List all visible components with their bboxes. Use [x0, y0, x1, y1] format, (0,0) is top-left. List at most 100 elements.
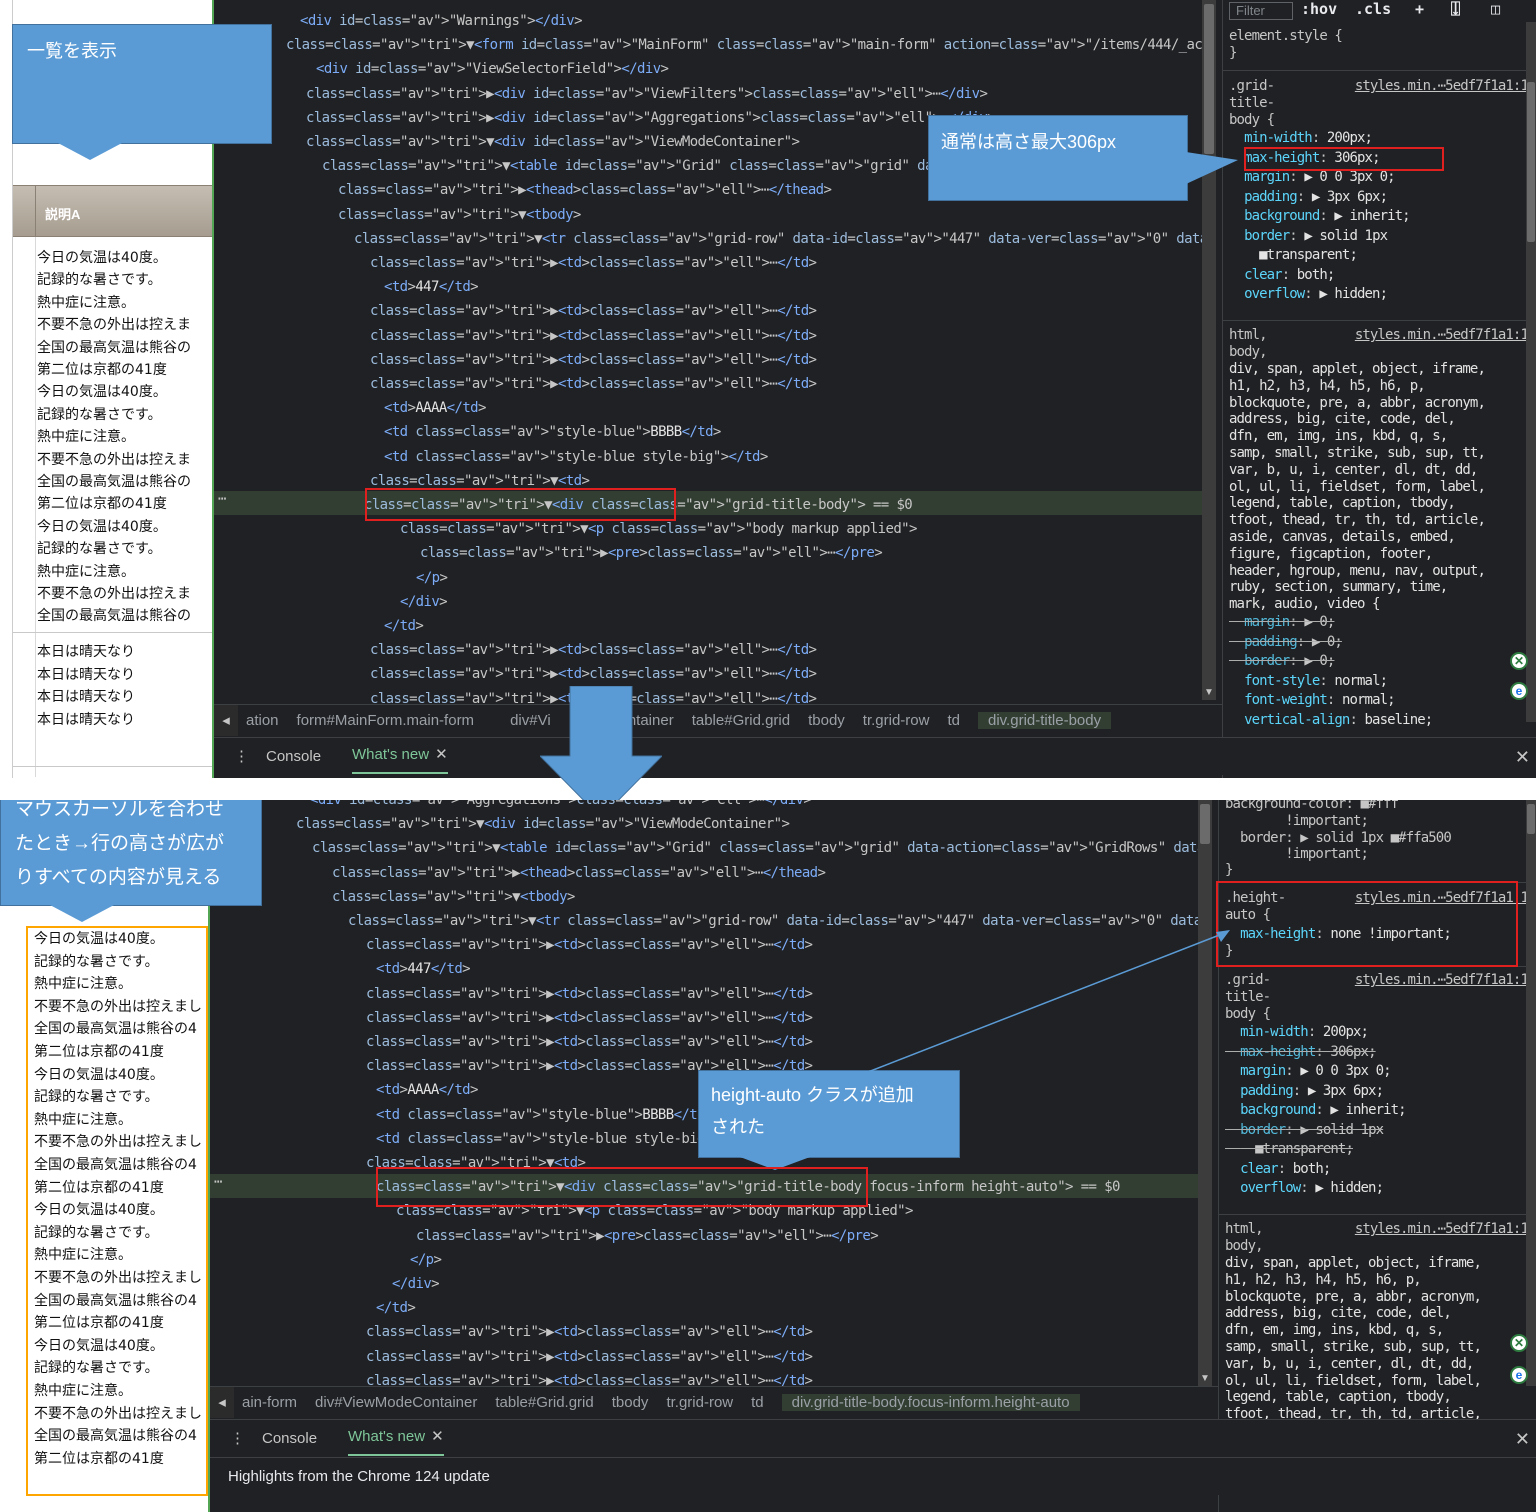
css-property[interactable]: vertical-align: baseline; — [1229, 712, 1433, 729]
hov-toggle[interactable]: :hov — [1301, 0, 1337, 18]
dom-node-line[interactable]: class=class="av">"tri">▶<div id=class="a… — [306, 106, 996, 130]
crumb[interactable]: tr.grid-row — [863, 712, 930, 729]
dom-node-line[interactable]: class=class="av">"tri">▶<td>class=class=… — [366, 982, 813, 1006]
dom-node-line[interactable]: class=class="av">"tri">▶<td>class=class=… — [366, 1006, 813, 1030]
stylesheet-link[interactable]: styles.min.⋯5edf7f1a1:1 — [1355, 78, 1529, 94]
dom-node-line[interactable]: class=class="av">"tri">▼<tr class=class=… — [354, 227, 1202, 251]
elements-scrollbar[interactable]: ▼ — [1202, 0, 1216, 700]
dom-node-line[interactable]: class=class="av">"tri">▶<td>class=class=… — [370, 299, 817, 323]
crumb[interactable]: tr.grid-row — [666, 1394, 733, 1411]
dom-node-line[interactable]: class=class="av">"tri">▼<tbody> — [338, 203, 581, 227]
close-drawer-icon[interactable]: ✕ — [1515, 738, 1530, 776]
crumb[interactable]: tbody — [808, 712, 845, 729]
dom-node-line[interactable]: <div id=class="av">"Warnings"></div> — [300, 9, 583, 33]
crumb[interactable]: ation — [246, 712, 279, 729]
close-tab-icon[interactable]: ✕ — [435, 746, 448, 763]
css-property[interactable]: overflow: ▶ hidden; — [1229, 286, 1388, 303]
stylesheet-link-2[interactable]: styles.min.⋯5edf7f1a1:1 — [1355, 972, 1529, 988]
css-property[interactable]: margin: ▶ 0 0 3px 0; — [1225, 1063, 1392, 1080]
dom-node-line[interactable]: <td class=class="av">"style-blue">BBBB</… — [376, 1103, 713, 1127]
css-property[interactable]: background: ▶ inherit; — [1229, 208, 1411, 225]
dom-node-line[interactable]: class=class="av">"tri">▶<div id=class="a… — [306, 82, 988, 106]
dom-node-line[interactable]: class=class="av">"tri">▶<pre>class=class… — [420, 541, 883, 565]
css-property[interactable]: border: ▶ solid 1px — [1229, 228, 1388, 245]
crumb[interactable]: div#ViewModeContainer — [315, 1394, 477, 1411]
crumb[interactable]: td — [751, 1394, 764, 1411]
edge-icon[interactable]: e — [1510, 1366, 1528, 1384]
crumb-current[interactable]: div.grid-title-body.focus-inform.height-… — [781, 1394, 1080, 1411]
dom-node-line[interactable]: class=class="av">"tri">▼<div id=class="a… — [306, 130, 800, 154]
dom-node-line[interactable]: </td> — [384, 614, 424, 638]
css-property[interactable]: padding: ▶ 0; — [1229, 634, 1343, 651]
dom-node-line[interactable]: class=class="av">"tri">▶<td>class=class=… — [370, 324, 817, 348]
dom-node-line[interactable]: class=class="av">"tri">▶<td>class=class=… — [370, 638, 817, 662]
crumb[interactable]: tbody — [612, 1394, 649, 1411]
dom-node-line[interactable]: class=class="av">"tri">▶<pre>class=class… — [416, 1224, 879, 1248]
dom-node-line[interactable]: class=class="av">"tri">▶<td>class=class=… — [370, 251, 817, 275]
stylesheet-link-3[interactable]: styles.min.⋯5edf7f1a1:1 — [1355, 1221, 1529, 1237]
dom-node-line[interactable]: </p> — [416, 566, 448, 590]
breadcrumb-left-arrow-icon[interactable]: ◂ — [210, 1387, 234, 1418]
column-header[interactable]: 説明A — [13, 185, 212, 237]
dom-node-line[interactable]: <div id=class="av">"Aggregations">class=… — [310, 800, 812, 812]
dom-node-line[interactable]: class=class="av">"tri">▶<td>class=class=… — [366, 1030, 813, 1054]
css-property[interactable]: clear: both; — [1225, 1161, 1331, 1178]
dom-node-line[interactable]: <td>AAAA</td> — [384, 396, 486, 420]
filter-input[interactable]: Filter — [1229, 2, 1293, 20]
css-property[interactable]: min-width: 200px; — [1225, 1024, 1369, 1041]
css-property[interactable]: padding: ▶ 3px 6px; — [1229, 189, 1388, 206]
dom-node-line[interactable]: class=class="av">"tri">▼<div id=class="a… — [296, 812, 790, 836]
dom-node-line[interactable]: class=class="av">"tri">▶<td>class=class=… — [370, 662, 817, 686]
css-property[interactable]: font-style: normal; — [1229, 673, 1388, 690]
dom-node-line[interactable]: <td class=class="av">"style-blue">BBBB</… — [384, 420, 721, 444]
tab-console[interactable]: Console — [262, 1420, 317, 1458]
css-property[interactable]: min-width: 200px; — [1229, 130, 1373, 147]
crumb-current[interactable]: div.grid-title-body — [978, 712, 1112, 729]
dom-node-line[interactable]: class=class="av">"tri">▶<thead>class=cla… — [338, 178, 832, 202]
styles-scrollbar[interactable] — [1526, 22, 1536, 722]
css-property[interactable]: overflow: ▶ hidden; — [1225, 1180, 1384, 1197]
css-property[interactable]: padding: ▶ 3px 6px; — [1225, 1083, 1384, 1100]
css-property[interactable]: margin: ▶ 0; — [1229, 614, 1335, 631]
css-property[interactable]: max-height: 306px; — [1225, 1044, 1376, 1061]
tab-whats-new[interactable]: What's new ✕ — [352, 738, 448, 774]
css-property[interactable]: border: ▶ 0; — [1229, 653, 1335, 670]
dom-node-line[interactable]: class=class="av">"tri">▼<tbody> — [332, 885, 575, 909]
css-property[interactable]: clear: both; — [1229, 267, 1335, 284]
add-rule-icon[interactable]: + — [1415, 0, 1424, 18]
dom-node-line[interactable]: class=class="av">"tri">▶<td>class=class=… — [370, 348, 817, 372]
dom-node-line[interactable]: class=class="av">"tri">▶<td>class=class=… — [370, 372, 817, 396]
dom-node-line[interactable]: </div> — [400, 590, 448, 614]
crumb[interactable]: ain-form — [242, 1394, 297, 1411]
styles-scrollbar[interactable] — [1526, 800, 1536, 1386]
crumb[interactable]: td — [947, 712, 960, 729]
more-icon[interactable]: ⋮ — [230, 1420, 245, 1458]
close-circle-icon[interactable]: ✕ — [1510, 1334, 1528, 1352]
css-property[interactable]: ■transparent; — [1229, 247, 1358, 264]
crumb[interactable]: form#MainForm.main-form — [297, 712, 493, 729]
dom-node-line[interactable]: <td>447</td> — [384, 275, 479, 299]
stylesheet-link-2[interactable]: styles.min.⋯5edf7f1a1:1 — [1355, 327, 1529, 343]
crumb[interactable]: table#Grid.grid — [692, 712, 790, 729]
cls-toggle[interactable]: .cls — [1355, 0, 1391, 18]
tab-whats-new[interactable]: What's new ✕ — [348, 1420, 444, 1456]
css-property[interactable]: margin: ▶ 0 0 3px 0; — [1229, 169, 1396, 186]
css-property[interactable]: border: ▶ solid 1px — [1225, 1122, 1384, 1139]
sidebar-toggle-icon[interactable]: ◫ — [1491, 0, 1500, 18]
dom-node-line[interactable]: class=class="av">"tri">▼<form id=class="… — [286, 33, 1202, 57]
dom-node-line[interactable]: <td class=class="av">"style-blue style-b… — [384, 445, 768, 469]
dom-node-line[interactable]: <td>447</td> — [376, 957, 471, 981]
crumb[interactable]: table#Grid.grid — [495, 1394, 593, 1411]
dom-node-line[interactable]: class=class="av">"tri">▶<td>class=class=… — [366, 933, 813, 957]
close-drawer-icon[interactable]: ✕ — [1515, 1420, 1530, 1458]
breadcrumb-left-arrow-icon[interactable]: ◂ — [214, 705, 238, 736]
dom-node-line[interactable]: <div id=class="av">"ViewSelectorField"><… — [316, 57, 669, 81]
close-tab-icon[interactable]: ✕ — [431, 1428, 444, 1445]
dom-node-line[interactable]: class=class="av">"tri">▶<td>class=class=… — [366, 1345, 813, 1369]
dom-node-line[interactable]: class=class="av">"tri">▶<thead>class=cla… — [332, 861, 826, 885]
css-property[interactable]: ■transparent; — [1225, 1141, 1354, 1158]
elements-scrollbar[interactable]: ▼ — [1198, 800, 1212, 1386]
css-property[interactable]: font-weight: normal; — [1229, 692, 1395, 709]
dom-node-line[interactable]: </div> — [392, 1272, 440, 1296]
dom-node-line[interactable]: <td>AAAA</td> — [376, 1078, 478, 1102]
